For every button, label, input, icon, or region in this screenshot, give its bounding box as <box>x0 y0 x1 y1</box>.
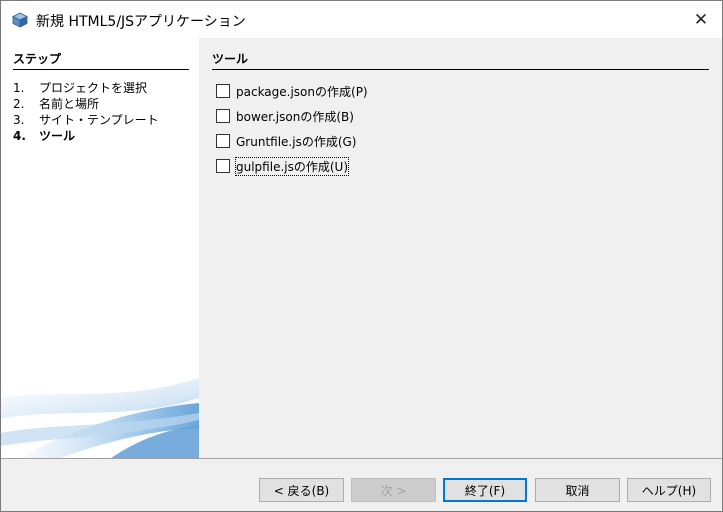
next-button[interactable]: 次 > <box>351 478 436 502</box>
steps-title: ステップ <box>13 50 189 70</box>
step-label: 名前と場所 <box>39 97 100 111</box>
checkbox-box[interactable] <box>216 109 230 123</box>
close-button[interactable]: ✕ <box>681 1 721 38</box>
step-number: 4. <box>13 129 26 143</box>
step-number: 3. <box>13 113 25 127</box>
checkbox-label: gulpfile.jsの作成(U) <box>235 156 349 176</box>
step-item: 2. 名前と場所 <box>13 96 159 112</box>
window-title: 新規 HTML5/JSアプリケーション <box>36 14 246 30</box>
step-label: プロジェクトを選択 <box>39 81 148 95</box>
checkbox-box[interactable] <box>216 134 230 148</box>
help-button[interactable]: ヘルプ(H) <box>627 478 711 502</box>
steps-pane: ステップ 1. プロジェクトを選択 2. 名前と場所 3. サイト・テンプレート 4.… <box>1 38 199 458</box>
checkbox-box[interactable] <box>216 159 230 173</box>
gruntfile-js-checkbox[interactable]: Gruntfile.jsの作成(G) <box>216 132 357 150</box>
steps-list: 1. プロジェクトを選択 2. 名前と場所 3. サイト・テンプレート 4. ツール <box>13 80 159 144</box>
step-number: 1. <box>13 81 25 95</box>
step-item: 3. サイト・テンプレート <box>13 112 159 128</box>
cancel-button[interactable]: 取消 <box>535 478 620 502</box>
step-item-current: 4. ツール <box>13 128 159 144</box>
gulpfile-js-checkbox[interactable]: gulpfile.jsの作成(U) <box>216 156 349 176</box>
step-number: 2. <box>13 97 25 111</box>
checkbox-label: bower.jsonの作成(B) <box>236 109 354 124</box>
panel-title: ツール <box>212 50 709 70</box>
step-label: ツール <box>39 129 76 143</box>
checkbox-label: package.jsonの作成(P) <box>236 84 368 99</box>
dialog-window: 新規 HTML5/JSアプリケーション ✕ ステップ 1. プロジェクトを選択 2… <box>0 0 723 512</box>
close-icon: ✕ <box>693 9 709 30</box>
title-bar[interactable]: 新規 HTML5/JSアプリケーション ✕ <box>1 1 722 38</box>
netbeans-cube-icon <box>12 12 28 28</box>
bower-json-checkbox[interactable]: bower.jsonの作成(B) <box>216 107 354 125</box>
back-button[interactable]: < 戻る(B) <box>259 478 344 502</box>
button-bar: < 戻る(B) 次 > 終了(F) 取消 ヘルプ(H) <box>1 459 722 511</box>
step-item: 1. プロジェクトを選択 <box>13 80 159 96</box>
decorative-swoosh-image <box>1 378 199 458</box>
package-json-checkbox[interactable]: package.jsonの作成(P) <box>216 82 368 100</box>
step-label: サイト・テンプレート <box>39 113 159 127</box>
tools-panel: ツール package.jsonの作成(P) bower.jsonの作成(B) … <box>199 38 722 458</box>
checkbox-box[interactable] <box>216 84 230 98</box>
finish-button[interactable]: 終了(F) <box>443 478 527 502</box>
checkbox-label: Gruntfile.jsの作成(G) <box>236 134 357 149</box>
